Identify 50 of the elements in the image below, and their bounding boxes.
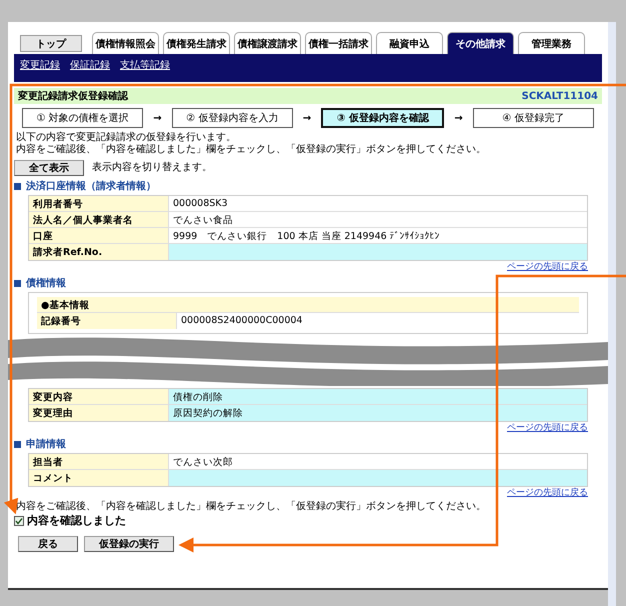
section-heading: 債権情報: [26, 276, 66, 290]
section-heading: 決済口座情報（請求者情報）: [26, 179, 156, 193]
step-arrow: →: [302, 112, 312, 124]
progress-step: ② 仮登録内容を入力: [172, 108, 293, 128]
execute-button[interactable]: 仮登録の実行: [84, 536, 174, 552]
field-label: 利用者番号: [29, 196, 169, 211]
field-label: 口座: [29, 228, 169, 243]
section-heading: 申請情報: [26, 438, 66, 451]
field-label: 請求者Ref.No.: [29, 244, 169, 260]
back-to-top-link[interactable]: ページの先頭に戻る: [507, 261, 588, 273]
progress-step: ① 対象の債権を選択: [22, 108, 144, 128]
confirm-instruction: 内容をご確認後、「内容を確認しました」欄をチェックし、「仮登録の実行」ボタンを押してください。: [15, 501, 487, 513]
step-arrow: →: [454, 112, 463, 124]
nav-tab[interactable]: 管理業務: [518, 32, 585, 54]
nav-tab[interactable]: 融資申込: [376, 32, 443, 54]
checkbox-label: 内容を確認しました: [27, 513, 126, 528]
instruction-text: 内容をご確認後、「内容を確認しました」欄をチェックし、「仮登録の実行」ボタンを押してください。: [15, 144, 487, 156]
square-bullet-icon: [14, 280, 21, 286]
progress-step: ④ 仮登録完了: [472, 108, 594, 128]
instruction-text: 以下の内容で変更記録請求の仮登録を行います。: [15, 132, 237, 144]
back-to-top-link[interactable]: ページの先頭に戻る: [507, 422, 588, 434]
show-all-note: 表示内容を切り替えます。: [91, 162, 212, 174]
show-all-button[interactable]: 全て表示: [14, 160, 84, 176]
sub-menu-link[interactable]: 支払等記録: [120, 58, 170, 72]
back-button[interactable]: 戻る: [18, 536, 78, 552]
field-label: 記録番号: [37, 313, 177, 329]
square-bullet-icon: [14, 440, 21, 448]
nav-tab[interactable]: 債権一括請求: [305, 32, 372, 54]
field-label: 法人名／個人事業者名: [29, 212, 169, 227]
subsection-heading: ●基本情報: [37, 297, 579, 313]
nav-tab[interactable]: 債権発生請求: [163, 32, 230, 54]
square-bullet-icon: [14, 182, 21, 190]
sub-menu-link[interactable]: 変更記録: [20, 58, 60, 72]
screen-id: SCKALT11104: [522, 90, 598, 102]
back-to-top-link[interactable]: ページの先頭に戻る: [507, 487, 588, 499]
field-value: 債権の削除: [169, 389, 587, 404]
step-arrow: →: [153, 112, 162, 124]
sub-menu-link[interactable]: 保証記録: [70, 58, 110, 72]
progress-step: ③ 仮登録内容を確認: [321, 108, 444, 128]
field-label: コメント: [29, 470, 169, 486]
field-label: 変更理由: [29, 405, 169, 421]
field-value: 原因契約の解除: [169, 405, 587, 421]
home-button[interactable]: トップ: [20, 35, 82, 52]
field-label: 担当者: [29, 454, 169, 469]
nav-tab[interactable]: その他請求: [447, 32, 514, 54]
nav-tab[interactable]: 債権情報照会: [92, 32, 159, 54]
nav-tab[interactable]: 債権譲渡請求: [234, 32, 301, 54]
field-label: 変更内容: [29, 389, 169, 404]
page-title: 変更記録請求仮登録確認: [18, 89, 128, 103]
confirm-checkbox[interactable]: [14, 516, 24, 526]
